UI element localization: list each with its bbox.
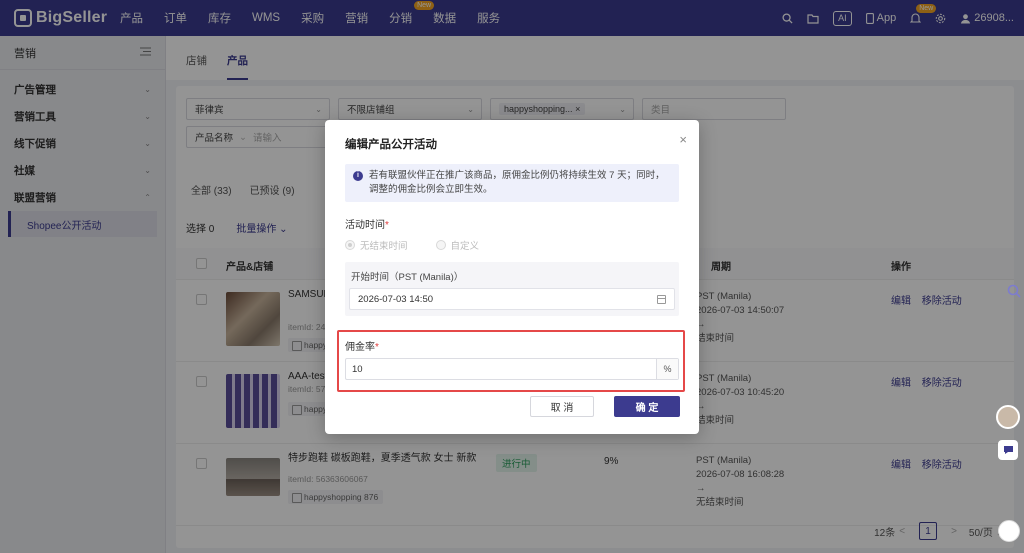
radio-dot	[345, 240, 355, 250]
commission-rate-input[interactable]: 10 %	[345, 358, 679, 380]
assistant-bot-icon[interactable]	[998, 520, 1020, 542]
radio-custom[interactable]: 自定义	[435, 238, 480, 252]
notice-text: 若有联盟伙伴正在推广该商品，原佣金比例仍将持续生效 7 天；同时，调整的佣金比例…	[369, 170, 665, 195]
required-mark: *	[375, 342, 379, 353]
commission-label: 佣金率*	[345, 338, 379, 353]
chat-icon[interactable]	[998, 440, 1018, 460]
start-time-label: 开始时间（PST (Manila)）	[351, 272, 464, 283]
required-mark: *	[385, 220, 389, 231]
activity-time-text: 活动时间	[345, 220, 385, 231]
calendar-icon	[657, 295, 666, 304]
activity-time-label: 活动时间*	[345, 216, 389, 231]
radio-no-end-time[interactable]: 无结束时间	[345, 238, 408, 252]
cancel-button[interactable]: 取 消	[530, 396, 594, 417]
radio-custom-label: 自定义	[450, 241, 480, 252]
activity-time-options: 无结束时间 自定义	[345, 238, 507, 252]
confirm-button[interactable]: 确 定	[614, 396, 680, 417]
edit-activity-modal: 编辑产品公开活动 × i 若有联盟伙伴正在推广该商品，原佣金比例仍将持续生效 7…	[325, 120, 699, 434]
radio-dot	[435, 240, 446, 250]
radio-no-end-label: 无结束时间	[360, 241, 408, 252]
commission-label-text: 佣金率	[345, 342, 375, 353]
start-time-input[interactable]: 2026-07-03 14:50	[349, 288, 675, 310]
commission-rate-value: 10	[352, 363, 363, 375]
modal-title: 编辑产品公开活动	[345, 139, 437, 151]
percent-unit: %	[656, 359, 678, 379]
info-icon: i	[353, 171, 363, 181]
notice-box: i 若有联盟伙伴正在推广该商品，原佣金比例仍将持续生效 7 天；同时，调整的佣金…	[345, 164, 679, 202]
close-icon[interactable]: ×	[679, 132, 687, 147]
search-icon[interactable]	[1007, 284, 1021, 301]
start-time-group: 开始时间（PST (Manila)） 2026-07-03 14:50	[345, 262, 679, 316]
support-avatar[interactable]	[996, 405, 1020, 429]
start-time-value: 2026-07-03 14:50	[358, 293, 434, 305]
